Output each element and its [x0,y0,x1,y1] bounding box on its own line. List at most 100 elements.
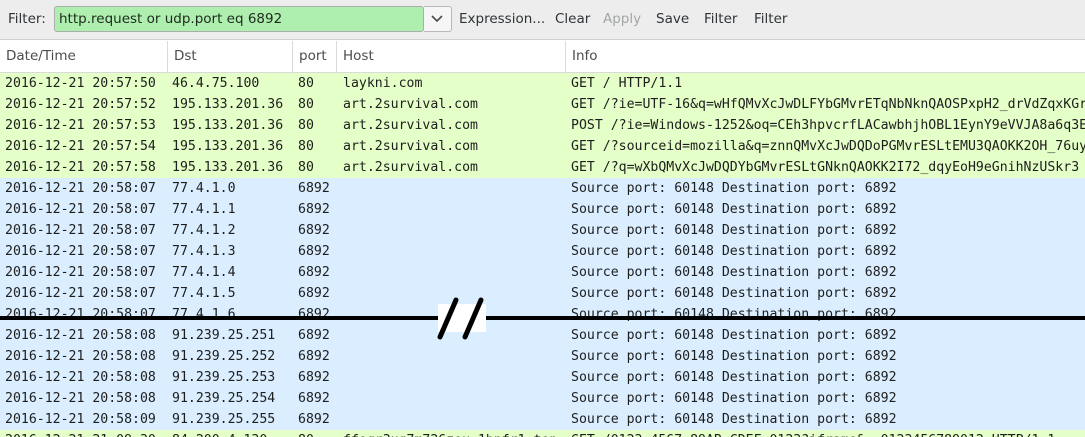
packet-capture-window: Filter: Expression... Clear Apply Save F… [0,0,1085,437]
packet-row[interactable]: 2016-12-21 20:58:08 91.239.25.253 6892 Sour… [0,367,1085,388]
cell-dst: 77.4.1.0 [172,181,236,196]
cell-info: Source port: 60148 Destination port: 689… [571,181,897,196]
cell-dst: 195.133.201.36 [172,139,284,154]
cell-port: 6892 [298,349,330,364]
cell-host [343,346,565,367]
filter-button-1[interactable]: Filter [704,11,737,27]
column-header-port[interactable]: port [293,41,337,72]
packet-row[interactable]: 2016-12-21 20:57:54 195.133.201.36 80 art.2… [0,136,1085,157]
cell-port: 6892 [298,328,330,343]
packet-row[interactable]: 2016-12-21 20:57:53 195.133.201.36 80 art.2… [0,115,1085,136]
cell-datetime: 2016-12-21 20:57:50 [5,76,156,91]
cell-dst: 195.133.201.36 [172,160,284,175]
packet-list-header: Date/Time Dst port Host Info [0,41,1085,73]
cell-datetime: 2016-12-21 20:57:54 [5,139,156,154]
packet-row[interactable]: 2016-12-21 20:57:58 195.133.201.36 80 art.2… [0,157,1085,178]
cell-port: 80 [298,118,314,133]
clear-button[interactable]: Clear [555,11,590,27]
cell-port: 6892 [298,286,330,301]
cell-port: 80 [298,430,336,437]
cell-host [343,283,565,304]
cell-host: ffoqr3ug7m726zou.1bpfr1.top [343,430,565,437]
cell-dst: 77.4.1.3 [172,244,236,259]
cell-dst: 195.133.201.36 [172,118,284,133]
packet-row[interactable]: 2016-12-21 20:57:52 195.133.201.36 80 art.2… [0,94,1085,115]
filter-label: Filter: [8,11,46,27]
expression-button[interactable]: Expression... [459,11,545,27]
packet-row[interactable]: 2016-12-21 20:58:07 77.4.1.2 6892 Source po… [0,220,1085,241]
cell-dst: 84.200.4.130 [172,430,292,437]
packet-row[interactable]: 2016-12-21 20:58:08 91.239.25.251 6892 Sour… [0,325,1085,346]
cell-dst: 91.239.25.253 [172,370,276,385]
packet-row[interactable]: 2016-12-21 20:58:07 77.4.1.6 6892 Source po… [0,304,1085,325]
cell-dst: 91.239.25.255 [172,412,276,427]
cell-host: laykni.com [343,76,423,91]
cell-host [343,220,565,241]
cell-info: Source port: 60148 Destination port: 689… [571,286,897,301]
packet-row[interactable]: 2016-12-21 20:58:09 91.239.25.255 6892 Sour… [0,409,1085,430]
cell-info: Source port: 60148 Destination port: 689… [571,223,897,238]
cell-datetime: 2016-12-21 20:58:07 [5,244,156,259]
cell-port: 80 [298,139,314,154]
cell-host [343,262,565,283]
cell-info: GET /?sourceid=mozilla&q=znnQMvXcJwDQDoP… [571,139,1085,154]
cell-port: 6892 [298,223,330,238]
cell-datetime: 2016-12-21 20:57:58 [5,160,156,175]
cell-dst: 46.4.75.100 [172,76,260,91]
column-header-info[interactable]: Info [566,41,1085,72]
packet-row[interactable]: 2016-12-21 20:58:07 77.4.1.0 6892 Source po… [0,178,1085,199]
save-button[interactable]: Save [656,11,689,27]
cell-port: 6892 [298,265,330,280]
filter-history-dropdown[interactable] [424,6,452,32]
cell-host [343,241,565,262]
cell-dst: 195.133.201.36 [172,97,284,112]
packet-row[interactable]: 2016-12-21 20:58:08 91.239.25.254 6892 Sour… [0,388,1085,409]
cell-info: Source port: 60148 Destination port: 689… [571,307,897,322]
packet-row[interactable]: 2016-12-21 20:57:50 46.4.75.100 80 laykni.c… [0,73,1085,94]
column-header-datetime[interactable]: Date/Time [0,41,168,72]
cell-dst: 77.4.1.6 [172,307,236,322]
cell-info: GET /?q=wXbQMvXcJwDQDYbGMvrESLtGNknQAOKK… [571,160,1080,175]
filter-button-2[interactable]: Filter [754,11,787,27]
cell-datetime: 2016-12-21 20:57:53 [5,118,156,133]
cell-info: GET /0123-4567-89AB-CDEF-0123?iframe&_=0… [571,430,1085,437]
cell-datetime: 2016-12-21 20:58:07 [5,223,156,238]
cell-datetime: 2016-12-21 20:58:08 [5,391,156,406]
cell-datetime: 2016-12-21 20:58:08 [5,349,156,364]
cell-host: art.2survival.com [343,160,478,175]
display-filter-field[interactable] [54,6,424,32]
cell-info: GET /?ie=UTF-16&q=wHfQMvXcJwDLFYbGMvrETq… [571,97,1085,112]
packet-row[interactable]: 2016-12-21 21:09:30 84.200.4.130 80 ffoqr3u… [0,430,1085,437]
cell-host: art.2survival.com [343,118,478,133]
cell-host [343,325,565,346]
cell-datetime: 2016-12-21 21:09:30 [5,430,167,437]
cell-port: 80 [298,97,314,112]
cell-host [343,199,565,220]
packet-row[interactable]: 2016-12-21 20:58:08 91.239.25.252 6892 Sour… [0,346,1085,367]
cell-dst: 91.239.25.252 [172,349,276,364]
cell-port: 80 [298,76,314,91]
packet-row[interactable]: 2016-12-21 20:58:07 77.4.1.3 6892 Source po… [0,241,1085,262]
filter-toolbar: Filter: Expression... Clear Apply Save F… [0,0,1085,40]
cell-datetime: 2016-12-21 20:58:07 [5,202,156,217]
cell-dst: 91.239.25.251 [172,328,276,343]
packet-list: 2016-12-21 20:57:50 46.4.75.100 80 laykni.c… [0,73,1085,437]
cell-datetime: 2016-12-21 20:58:08 [5,370,156,385]
apply-button[interactable]: Apply [603,11,641,27]
column-header-host[interactable]: Host [337,41,566,72]
cell-info: Source port: 60148 Destination port: 689… [571,349,897,364]
packet-row[interactable]: 2016-12-21 20:58:07 77.4.1.4 6892 Source po… [0,262,1085,283]
cell-datetime: 2016-12-21 20:58:07 [5,286,156,301]
cell-host: art.2survival.com [343,139,478,154]
display-filter-input[interactable] [59,10,419,28]
cell-dst: 77.4.1.1 [172,202,236,217]
chevron-down-icon [431,15,443,23]
cell-info: Source port: 60148 Destination port: 689… [571,391,897,406]
cell-port: 6892 [298,202,330,217]
packet-row[interactable]: 2016-12-21 20:58:07 77.4.1.5 6892 Source po… [0,283,1085,304]
column-header-dst[interactable]: Dst [168,41,293,72]
cell-datetime: 2016-12-21 20:58:07 [5,265,156,280]
cell-port: 6892 [298,412,330,427]
cell-dst: 91.239.25.254 [172,391,276,406]
packet-row[interactable]: 2016-12-21 20:58:07 77.4.1.1 6892 Source po… [0,199,1085,220]
